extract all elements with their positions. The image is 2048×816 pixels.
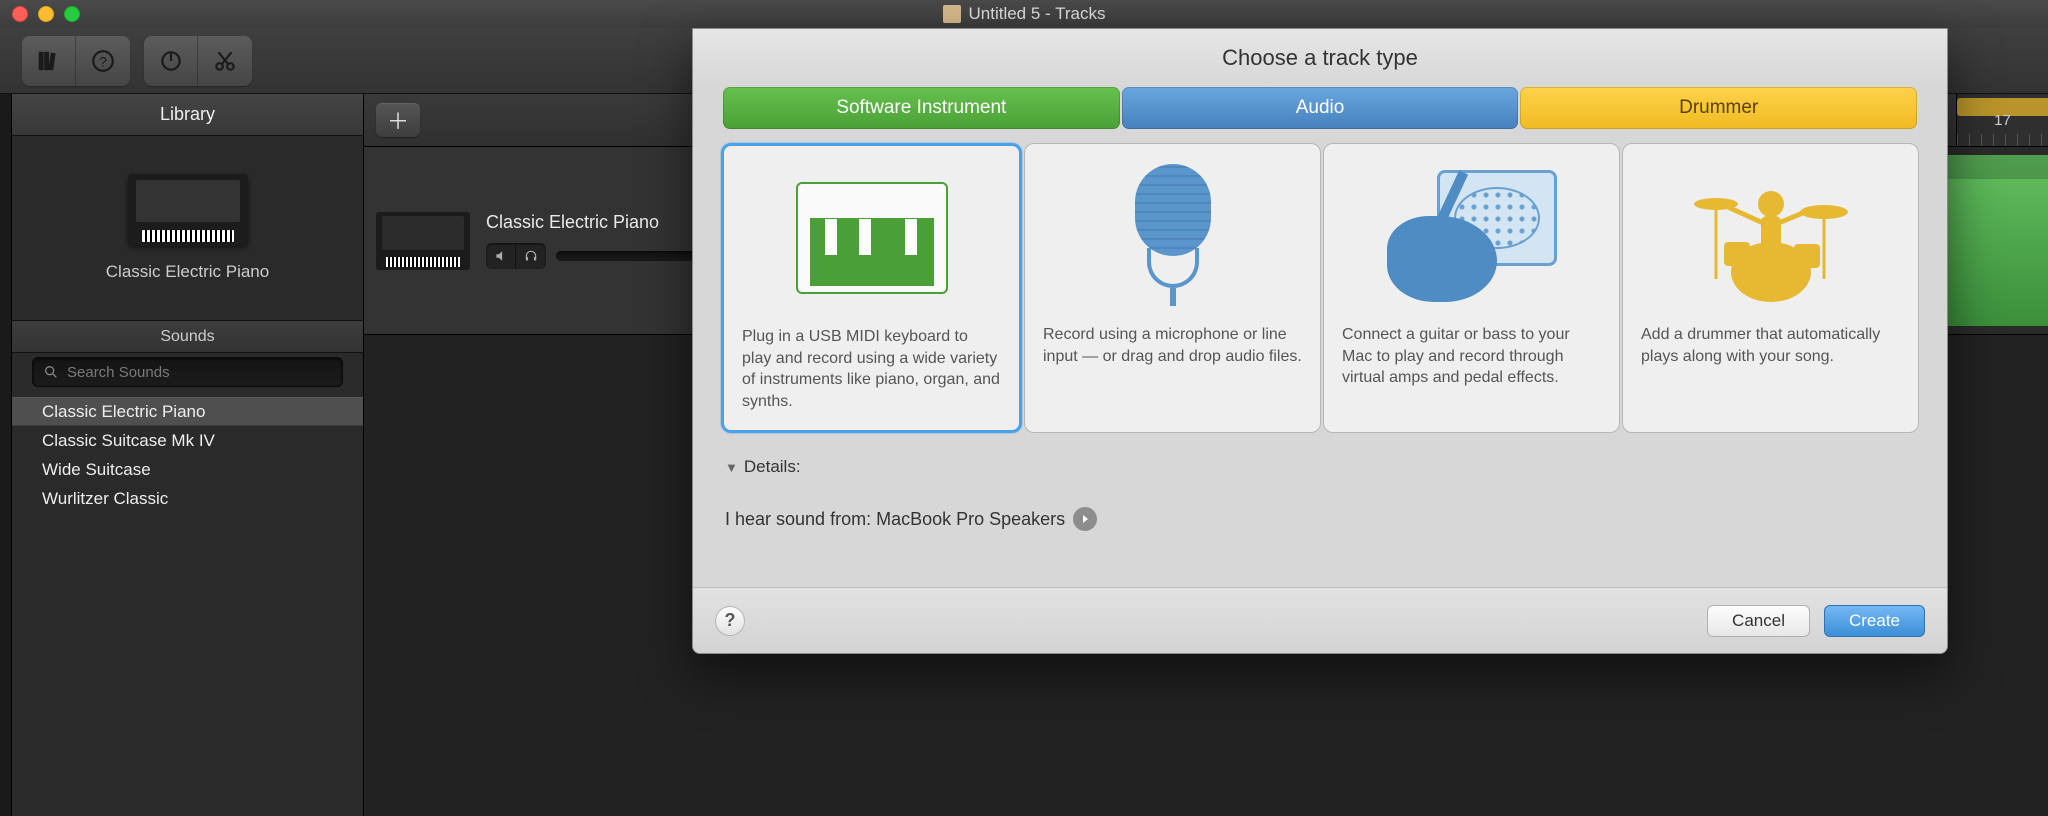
close-window-button[interactable] <box>12 6 28 22</box>
disclosure-triangle-icon: ▼ <box>725 460 738 475</box>
sound-item-classic-electric-piano[interactable]: Classic Electric Piano <box>12 397 363 426</box>
search-input[interactable] <box>67 364 332 381</box>
new-track-dialog: Choose a track type Software Instrument … <box>692 28 1948 654</box>
details-disclosure[interactable]: ▼ Details: <box>693 451 1947 487</box>
guitar-amp-icon <box>1342 162 1601 310</box>
dialog-title: Choose a track type <box>693 29 1947 87</box>
button-label: Cancel <box>1732 611 1785 631</box>
minimize-window-button[interactable] <box>38 6 54 22</box>
editors-button[interactable] <box>198 36 252 86</box>
instrument-thumbnail <box>128 174 248 246</box>
document-icon <box>943 5 961 23</box>
add-track-button[interactable]: ＋ <box>376 103 420 137</box>
scissors-icon <box>212 48 238 74</box>
card-drummer[interactable]: Add a drummer that automatically plays a… <box>1622 143 1919 433</box>
dial-icon <box>158 48 184 74</box>
details-label: Details: <box>744 457 801 476</box>
speaker-icon <box>494 249 508 263</box>
sound-item-label: Classic Electric Piano <box>42 402 205 422</box>
card-description: Plug in a USB MIDI keyboard to play and … <box>742 326 1001 412</box>
quick-help-button[interactable]: ? <box>76 36 130 86</box>
create-button[interactable]: Create <box>1824 605 1925 637</box>
output-device-next-button[interactable] <box>1073 507 1097 531</box>
sound-list: Classic Electric Piano Classic Suitcase … <box>12 391 363 816</box>
card-audio-guitar[interactable]: Connect a guitar or bass to your Mac to … <box>1323 143 1620 433</box>
timeline-ruler[interactable]: 17 <box>1956 94 2048 146</box>
tab-label: Software Instrument <box>836 97 1006 119</box>
timeline-marker: 17 <box>1994 112 2011 129</box>
track-type-cards: Plug in a USB MIDI keyboard to play and … <box>693 129 1947 451</box>
chevron-right-icon <box>1079 513 1091 525</box>
tab-label: Drummer <box>1679 97 1758 119</box>
search-icon <box>43 364 59 380</box>
library-instrument-preview: Classic Electric Piano <box>12 136 363 321</box>
card-description: Connect a guitar or bass to your Mac to … <box>1342 324 1601 389</box>
cancel-button[interactable]: Cancel <box>1707 605 1810 637</box>
library-sidebar: Library Classic Electric Piano Sounds Cl… <box>12 94 364 816</box>
books-icon <box>36 48 62 74</box>
sound-item-classic-suitcase-mk-iv[interactable]: Classic Suitcase Mk IV <box>12 426 363 455</box>
instrument-name: Classic Electric Piano <box>106 262 269 282</box>
card-software-instrument[interactable]: Plug in a USB MIDI keyboard to play and … <box>721 143 1022 433</box>
headphones-icon <box>524 249 538 263</box>
library-toggle-button[interactable] <box>22 36 76 86</box>
track-monitor-buttons <box>486 243 546 269</box>
zoom-window-button[interactable] <box>64 6 80 22</box>
input-monitor-button[interactable] <box>516 243 546 269</box>
window-title: Untitled 5 - Tracks <box>969 4 1106 24</box>
card-audio-mic[interactable]: Record using a microphone or line input … <box>1024 143 1321 433</box>
svg-text:?: ? <box>99 53 107 69</box>
piano-icon <box>742 164 1001 312</box>
help-label: ? <box>725 610 736 631</box>
tab-label: Audio <box>1296 97 1345 119</box>
search-sounds-field[interactable] <box>32 357 343 387</box>
card-description: Record using a microphone or line input … <box>1043 324 1302 367</box>
tab-software-instrument[interactable]: Software Instrument <box>723 87 1120 129</box>
sound-item-wide-suitcase[interactable]: Wide Suitcase <box>12 455 363 484</box>
sound-item-label: Classic Suitcase Mk IV <box>42 431 215 451</box>
help-circle-icon: ? <box>90 48 116 74</box>
tab-audio[interactable]: Audio <box>1122 87 1519 129</box>
output-device-label: I hear sound from: MacBook Pro Speakers <box>725 509 1065 530</box>
smart-controls-button[interactable] <box>144 36 198 86</box>
card-description: Add a drummer that automatically plays a… <box>1641 324 1900 367</box>
left-gutter <box>0 94 12 816</box>
traffic-lights <box>12 6 80 22</box>
dialog-footer: ? Cancel Create <box>693 587 1947 653</box>
drummer-icon <box>1641 162 1900 310</box>
help-button[interactable]: ? <box>715 606 745 636</box>
tab-drummer[interactable]: Drummer <box>1520 87 1917 129</box>
track-thumbnail <box>376 212 470 270</box>
mute-button[interactable] <box>486 243 516 269</box>
microphone-icon <box>1043 162 1302 310</box>
button-label: Create <box>1849 611 1900 631</box>
sounds-header: Sounds <box>12 321 363 353</box>
library-header: Library <box>12 94 363 136</box>
sound-item-label: Wide Suitcase <box>42 460 151 480</box>
output-device-row: I hear sound from: MacBook Pro Speakers <box>693 487 1947 551</box>
track-type-tabs: Software Instrument Audio Drummer <box>693 87 1947 129</box>
sound-item-label: Wurlitzer Classic <box>42 489 168 509</box>
window-titlebar: Untitled 5 - Tracks <box>0 0 2048 28</box>
sound-item-wurlitzer-classic[interactable]: Wurlitzer Classic <box>12 484 363 513</box>
